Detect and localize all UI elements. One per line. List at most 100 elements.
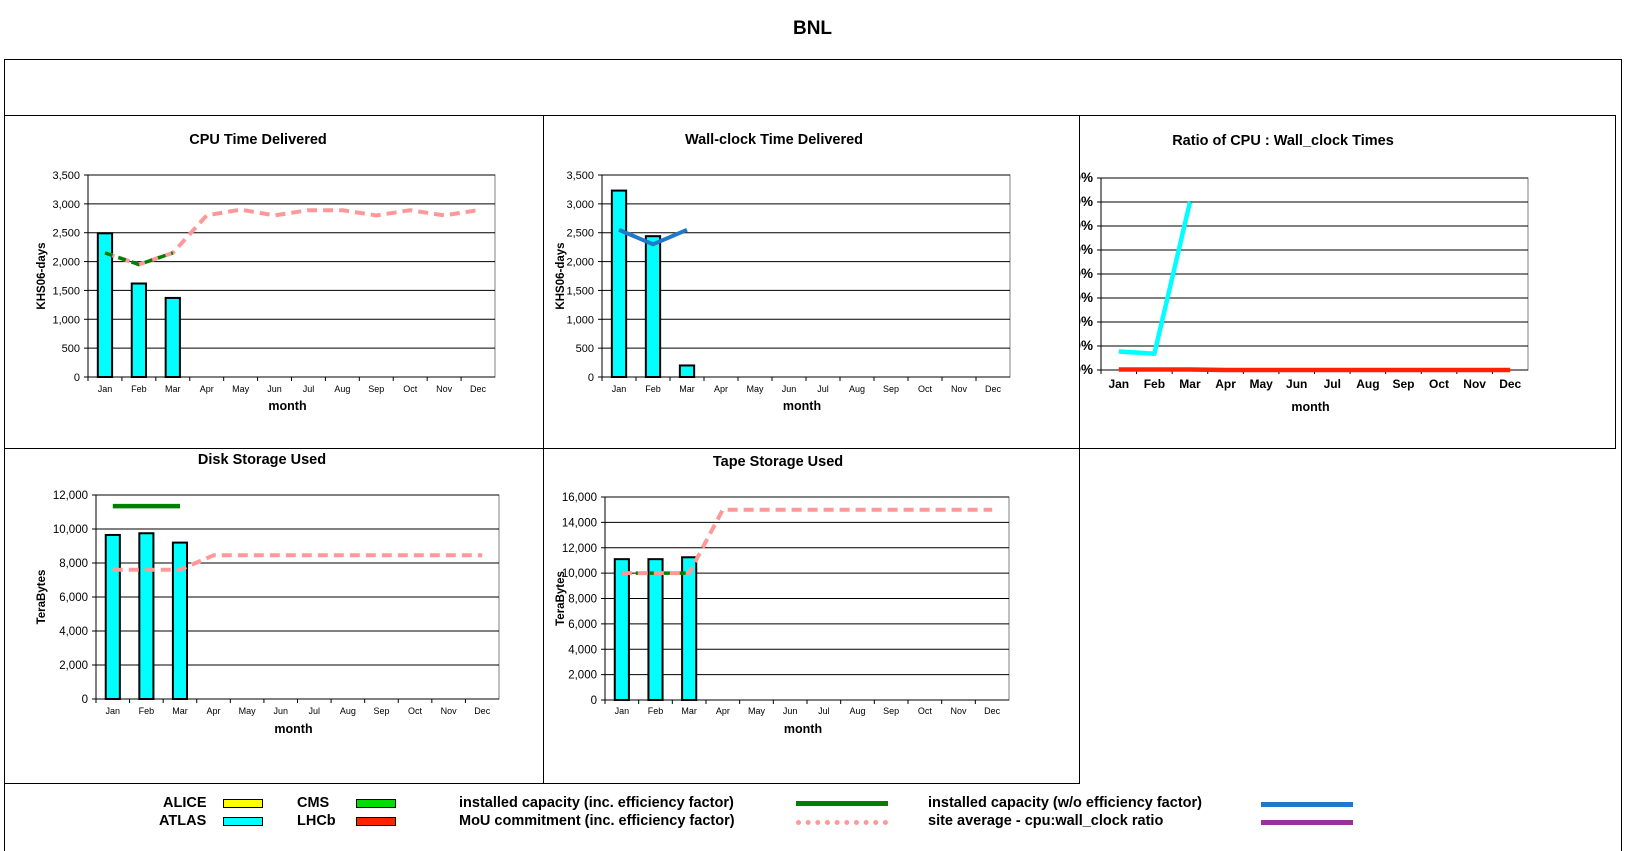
y-tick-label: 0	[591, 695, 597, 707]
chart-title: Tape Storage Used	[713, 454, 843, 470]
x-axis-label: month	[784, 722, 822, 736]
bar-atlas-feb	[130, 282, 147, 378]
x-tick-label: Oct	[918, 706, 933, 716]
y-tick-label: 6,000	[59, 592, 88, 604]
x-tick-label: Dec	[1499, 377, 1521, 391]
x-tick-label: May	[748, 706, 766, 716]
legend-label-lhcb: LHCb	[297, 813, 336, 829]
y-tick-label: 3,000	[52, 199, 80, 211]
x-axis-label: month	[274, 722, 312, 736]
y-tick-label: 2,000	[59, 660, 88, 672]
x-tick-label: Nov	[950, 706, 967, 716]
x-tick-label: May	[232, 384, 250, 394]
x-tick-label: Oct	[403, 384, 418, 394]
y-tick-label: 4,000	[59, 626, 88, 638]
legend-label-cms: CMS	[297, 795, 330, 811]
bar-atlas-mar	[681, 556, 698, 701]
y-axis-label: KHS06-days	[36, 242, 48, 309]
x-tick-label: Dec	[474, 706, 491, 716]
x-tick-label: Dec	[470, 384, 487, 394]
x-tick-label: Sep	[883, 384, 899, 394]
x-axis-label: month	[268, 399, 306, 413]
legend-line-installed-inc	[796, 801, 888, 806]
x-tick-label: Jan	[106, 706, 121, 716]
x-tick-label: Jan	[612, 384, 627, 394]
chart-cpu-time: CPU Time Delivered 0 500 1,000 1,500 2,000 2,5…	[36, 132, 496, 413]
x-tick-label: Oct	[1429, 377, 1449, 391]
legend-line-site-avg	[1261, 820, 1353, 825]
chart-tape-storage: Tape Storage Used 0 2,000 4,000 6,000 8,000 10…	[555, 454, 1010, 736]
plot-area	[87, 174, 496, 378]
y-tick-label: 1,000	[52, 314, 80, 326]
x-tick-label: Oct	[918, 384, 933, 394]
x-tick-label: Jun	[273, 706, 288, 716]
x-tick-label: Mar	[679, 384, 695, 394]
x-tick-label: Nov	[441, 706, 458, 716]
y-tick-label: 4,000	[568, 644, 597, 656]
x-axis-label: month	[783, 399, 821, 413]
y-tick-label: 500	[576, 343, 594, 355]
plot-area	[601, 174, 1011, 378]
y-tick-label: 300%	[1080, 290, 1093, 305]
y-tick-label: 14,000	[562, 517, 597, 529]
x-tick-label: Feb	[645, 384, 661, 394]
x-tick-label: Mar	[165, 384, 181, 394]
x-tick-label: Jul	[817, 384, 829, 394]
y-tick-label: 1,000	[566, 314, 594, 326]
x-axis-label: month	[1291, 400, 1329, 414]
legend-label-site-avg: site average - cpu:wall_clock ratio	[928, 813, 1164, 829]
bar-atlas-jan	[610, 189, 628, 378]
y-tick-label: 700%	[1080, 194, 1093, 209]
y-tick-label: 10,000	[562, 568, 597, 580]
x-tick-label: Jun	[782, 384, 797, 394]
legend-label-installed-inc: installed capacity (inc. efficiency fact…	[459, 795, 734, 811]
x-tick-label: Sep	[368, 384, 384, 394]
x-tick-label: Aug	[1356, 377, 1379, 391]
x-tick-label: Jan	[615, 706, 630, 716]
y-tick-label: 12,000	[53, 490, 88, 502]
y-tick-label: 500%	[1080, 242, 1093, 257]
y-tick-label: 2,000	[566, 257, 594, 269]
x-tick-label: Jul	[303, 384, 315, 394]
y-tick-label: 2,000	[568, 670, 597, 682]
y-tick-label: 200%	[1080, 314, 1093, 329]
y-tick-label: 2,500	[566, 228, 594, 240]
x-tick-label: Aug	[849, 384, 865, 394]
x-tick-label: Nov	[951, 384, 968, 394]
x-tick-label: Jul	[818, 706, 830, 716]
legend-label-mou-inc: MoU commitment (inc. efficiency factor)	[459, 813, 735, 829]
y-tick-label: 8,000	[568, 594, 597, 606]
x-tick-label: Aug	[849, 706, 865, 716]
bar-atlas-jan	[104, 533, 121, 700]
x-tick-label: Feb	[131, 384, 147, 394]
x-tick-label: Aug	[340, 706, 356, 716]
x-tick-label: Jun	[783, 706, 798, 716]
legend-line-mou-inc	[796, 820, 888, 825]
chart-title: CPU Time Delivered	[189, 132, 327, 148]
y-tick-label: 0	[74, 372, 80, 384]
y-tick-label: 3,500	[52, 170, 80, 182]
bar-atlas-feb	[647, 558, 664, 701]
y-tick-label: 10,000	[53, 524, 88, 536]
chart-wall-clock-time: Wall-clock Time Delivered 0 500 1,000 1,500 2…	[555, 132, 1011, 413]
y-tick-label: 1,500	[52, 285, 80, 297]
legend-line-installed-wo	[1261, 802, 1353, 807]
x-tick-label: Jan	[1108, 377, 1129, 391]
y-tick-label: 16,000	[562, 492, 597, 504]
y-axis-label: TeraBytes	[555, 571, 567, 626]
x-tick-label: Dec	[985, 384, 1002, 394]
x-tick-label: Nov	[1463, 377, 1486, 391]
bar-atlas-feb	[644, 235, 662, 378]
legend-swatch-alice	[223, 799, 263, 808]
legend-label-atlas: ATLAS	[159, 813, 207, 829]
x-tick-label: Apr	[207, 706, 221, 716]
y-tick-label: 6,000	[568, 619, 597, 631]
x-tick-label: Sep	[883, 706, 899, 716]
x-tick-label: Sep	[373, 706, 389, 716]
x-tick-label: Jun	[267, 384, 282, 394]
chart-disk-storage: Disk Storage Used 0 2,000 4,000 6,000 8,000 10…	[36, 452, 500, 736]
y-tick-label: 500	[62, 343, 80, 355]
y-tick-label: 1,500	[566, 285, 594, 297]
x-tick-label: Sep	[1392, 377, 1414, 391]
x-tick-label: Feb	[1144, 377, 1165, 391]
